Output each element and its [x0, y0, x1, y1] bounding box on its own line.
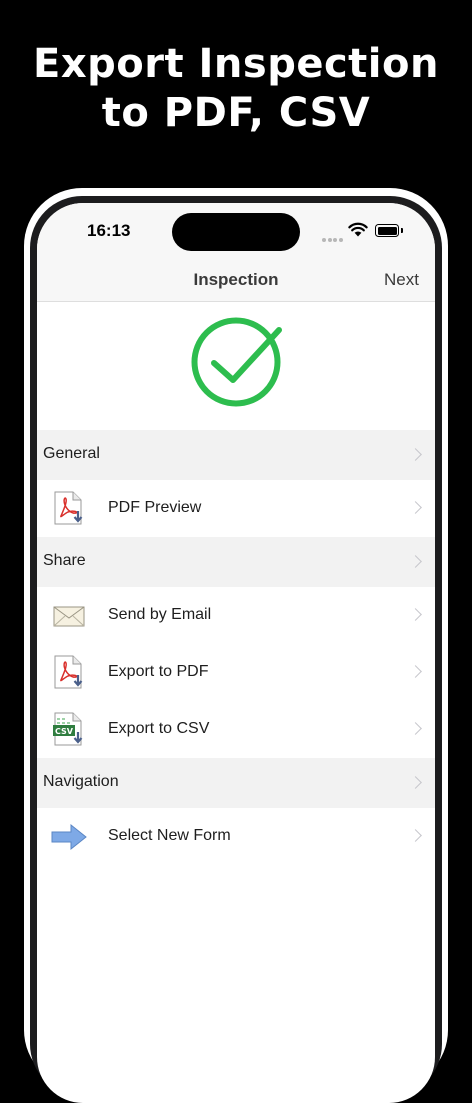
chevron-right-icon	[409, 721, 422, 735]
chevron-right-icon	[409, 500, 422, 514]
chevron-right-icon	[409, 607, 422, 621]
section-general[interactable]: General	[37, 430, 435, 480]
status-time: 16:13	[87, 221, 131, 240]
pdf-file-icon	[54, 491, 83, 525]
battery-icon	[375, 224, 403, 237]
chevron-right-icon	[409, 555, 422, 568]
checkmark-circle-icon	[191, 317, 282, 407]
wifi-icon	[348, 222, 368, 237]
select-new-form-row[interactable]: Select New Form	[37, 808, 435, 865]
chevron-right-icon	[409, 828, 422, 842]
section-title: Share	[43, 552, 86, 569]
navigation-bar: Inspection Next	[37, 259, 435, 302]
phone-screen: 16:13 Inspection Next General PDF Previe…	[37, 203, 435, 1103]
row-label: Export to PDF	[108, 663, 209, 680]
promo-line-1: Export Inspection	[33, 41, 439, 87]
row-label: Select New Form	[108, 827, 231, 844]
promo-line-2: to PDF, CSV	[101, 90, 371, 136]
csv-file-icon: CSV	[53, 712, 83, 746]
send-by-email-row[interactable]: Send by Email	[37, 587, 435, 644]
section-navigation[interactable]: Navigation	[37, 758, 435, 808]
pdf-file-icon	[54, 655, 83, 689]
export-to-csv-row[interactable]: CSV Export to CSV	[37, 701, 435, 758]
row-label: PDF Preview	[108, 499, 202, 516]
row-label: Send by Email	[108, 606, 212, 623]
status-bar: 16:13	[37, 203, 435, 259]
action-list: General PDF Preview Share Send by Email …	[37, 430, 435, 865]
chevron-right-icon	[409, 448, 422, 461]
cellular-signal-icon	[322, 229, 344, 247]
section-title: General	[43, 445, 100, 462]
section-share[interactable]: Share	[37, 537, 435, 587]
nav-title: Inspection	[193, 270, 279, 289]
envelope-icon	[53, 606, 85, 627]
promo-headline: Export Inspection to PDF, CSV	[0, 40, 472, 138]
svg-text:CSV: CSV	[55, 727, 74, 736]
pdf-preview-row[interactable]: PDF Preview	[37, 480, 435, 537]
chevron-right-icon	[409, 776, 422, 789]
row-label: Export to CSV	[108, 720, 210, 737]
export-to-pdf-row[interactable]: Export to PDF	[37, 644, 435, 701]
dynamic-island	[172, 213, 300, 251]
success-banner	[37, 302, 435, 430]
next-button[interactable]: Next	[384, 270, 419, 290]
section-title: Navigation	[43, 773, 119, 790]
chevron-right-icon	[409, 664, 422, 678]
arrow-right-icon	[51, 823, 87, 851]
